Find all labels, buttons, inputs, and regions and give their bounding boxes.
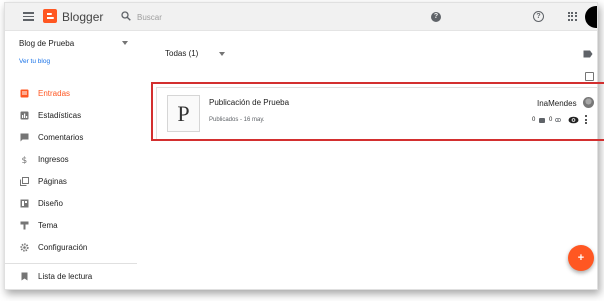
post-thumbnail: P	[167, 95, 200, 132]
label-icon[interactable]	[583, 50, 593, 58]
sidebar-item-label: Comentarios	[38, 133, 84, 142]
sidebar-item-label: Lista de lectura	[38, 272, 93, 281]
search-input[interactable]	[137, 9, 397, 25]
blogger-logo-icon[interactable]	[43, 9, 57, 23]
help-outline-icon[interactable]: ?	[533, 11, 544, 22]
sidebar-item-estadisticas[interactable]: Estadísticas	[5, 106, 137, 126]
theme-icon	[20, 221, 29, 230]
post-author: InaMendes	[537, 99, 577, 108]
sidebar-item-label: Páginas	[38, 177, 67, 186]
help-icon[interactable]: ?	[431, 12, 441, 22]
view-blog-link[interactable]: Ver tu blog	[19, 58, 50, 65]
more-vert-icon[interactable]	[585, 115, 588, 125]
pages-icon	[20, 177, 29, 186]
search-icon[interactable]	[121, 11, 131, 21]
stats-icon	[20, 111, 29, 120]
chevron-down-icon[interactable]	[122, 41, 128, 45]
app-name[interactable]: Blogger	[62, 10, 103, 24]
post-title[interactable]: Publicación de Prueba	[209, 98, 289, 107]
sidebar-item-lista-de-lectura[interactable]: Lista de lectura	[5, 267, 137, 287]
blog-selector-name[interactable]: Blog de Prueba	[19, 39, 74, 48]
sidebar-item-label: Diseño	[38, 199, 63, 208]
account-avatar[interactable]	[585, 6, 597, 28]
sidebar-item-label: Entradas	[38, 89, 71, 98]
sidebar-divider	[5, 263, 137, 264]
post-row[interactable]: P Publicación de Prueba Publicados - 16 …	[156, 87, 597, 140]
posts-icon	[20, 89, 29, 98]
author-avatar	[583, 97, 594, 108]
views-icon	[555, 118, 561, 122]
gear-icon	[20, 243, 29, 252]
sidebar-item-label: Estadísticas	[38, 111, 82, 120]
sidebar-item-paginas[interactable]: Páginas	[5, 172, 137, 192]
comment-count: 0	[532, 117, 536, 123]
sidebar-item-configuracion[interactable]: Configuración	[5, 238, 137, 258]
app-window: Blogger ? ? Blog de Prueba Ver tu blog E…	[4, 2, 598, 290]
top-bar: Blogger ? ?	[5, 3, 597, 31]
post-status-date: Publicados - 16 may.	[209, 117, 265, 123]
comments-icon	[20, 133, 29, 142]
posts-main: Todas (1) P Publicación de Prueba Public…	[137, 31, 597, 289]
posts-filter[interactable]: Todas (1)	[165, 49, 198, 58]
sidebar-item-label: Tema	[38, 221, 58, 230]
dollar-icon: $	[22, 156, 28, 164]
sidebar-item-ingresos[interactable]: $ Ingresos	[5, 150, 137, 170]
layout-icon	[20, 199, 29, 208]
sidebar-item-comentarios[interactable]: Comentarios	[5, 128, 137, 148]
bookmark-icon	[21, 272, 28, 281]
sidebar: Blog de Prueba Ver tu blog Entradas Esta…	[5, 31, 137, 289]
sidebar-item-entradas[interactable]: Entradas	[5, 84, 137, 104]
sidebar-item-label: Ingresos	[38, 155, 69, 164]
sidebar-item-tema[interactable]: Tema	[5, 216, 137, 236]
chevron-down-icon[interactable]	[219, 52, 225, 56]
preview-eye-icon[interactable]	[568, 116, 579, 124]
new-post-button[interactable]: +	[568, 245, 594, 271]
apps-grid-icon[interactable]	[568, 12, 577, 21]
view-count: 0	[549, 117, 553, 123]
select-all-checkbox[interactable]	[585, 72, 594, 81]
menu-icon[interactable]	[23, 12, 34, 21]
sidebar-item-diseno[interactable]: Diseño	[5, 194, 137, 214]
comment-icon	[539, 118, 545, 123]
svg-text:$: $	[22, 156, 28, 164]
sidebar-item-label: Configuración	[38, 243, 88, 252]
